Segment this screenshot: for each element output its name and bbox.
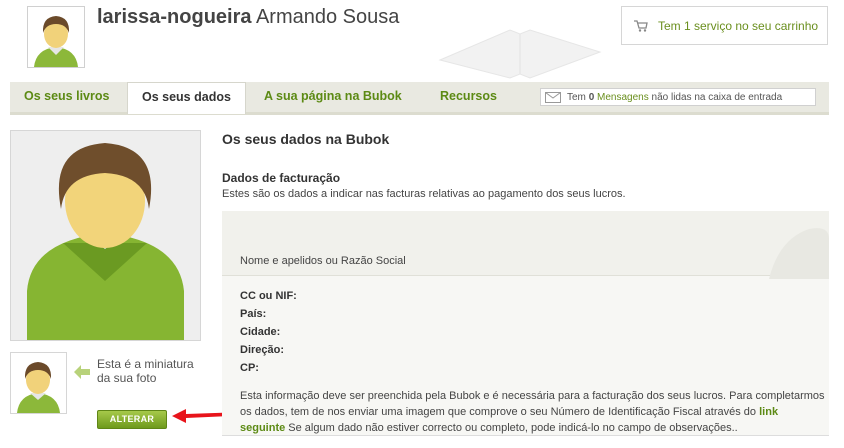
avatar-image [28,7,84,67]
billing-description: Estes são os dados a indicar nas factura… [222,188,626,200]
user-avatar[interactable] [27,6,85,68]
billing-note: Esta informação deve ser preenchida pela… [240,388,826,436]
field-direcao: Direção: [240,344,285,356]
field-cp: CP: [240,362,259,374]
note-text-after: Se algum dado não estiver correcto ou co… [288,422,738,434]
field-pais: País: [240,308,267,320]
tab-a-sua-pagina[interactable]: A sua página na Bubok [250,82,416,112]
messages-prefix: Tem [567,91,586,103]
username: larissa-nogueira [97,6,252,28]
full-name: Armando Sousa [255,6,400,28]
change-photo-button[interactable]: ALTERAR [97,410,167,429]
messages-count: 0 [588,91,595,103]
profile-placeholder-image [11,131,200,340]
divider [222,435,829,436]
mail-icon [545,91,561,103]
cart-text: Tem 1 serviço no seu carrinho [658,18,819,33]
section-title: Os seus dados na Bubok [222,131,390,147]
tab-recursos[interactable]: Recursos [426,82,511,112]
tab-os-seus-dados[interactable]: Os seus dados [127,82,246,114]
field-cc-nif: CC ou NIF: [240,290,297,302]
left-arrow-icon [74,365,90,379]
messages-link-text: Mensagens [597,91,649,103]
book-decoration-icon [438,29,602,79]
profile-thumbnail [10,352,67,414]
billing-title: Dados de facturação [222,171,341,185]
thumbnail-caption: Esta é a miniatura da sua foto [97,357,194,385]
note-text-before: Esta informação deve ser preenchida pela… [240,390,825,418]
tab-os-seus-livros[interactable]: Os seus livros [10,82,123,112]
field-cidade: Cidade: [240,326,281,338]
cart-icon [634,19,648,32]
main-tab-bar: Os seus livros Os seus dados A sua págin… [10,82,829,115]
messages-suffix: não lidas na caixa de entrada [651,91,783,103]
cart-link[interactable]: Tem 1 serviço no seu carrinho [621,6,828,45]
name-label: Nome e apelidos ou Razão Social [240,255,406,267]
panel-decoration-icon [769,228,829,279]
profile-photo [10,130,201,341]
page-title: larissa-nogueira Armando Sousa [97,6,399,29]
messages-link[interactable]: Tem 0 Mensagens não lidas na caixa de en… [540,88,816,106]
thumbnail-image [11,353,66,413]
